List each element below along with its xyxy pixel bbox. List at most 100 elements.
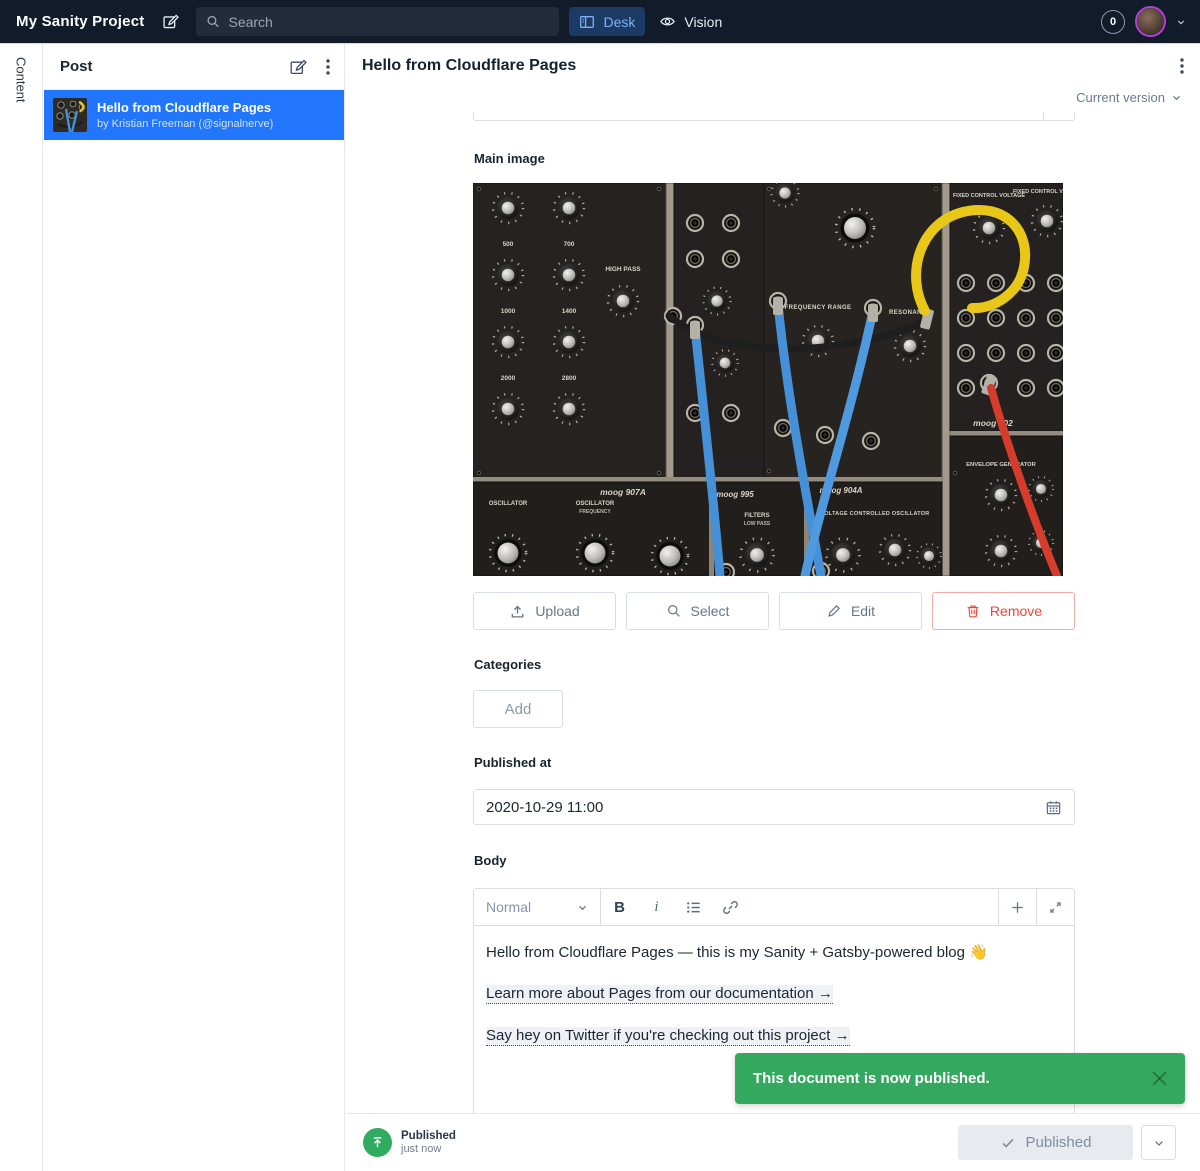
photo-label-oscillator-2: OSCILLATOR	[489, 501, 528, 507]
eye-icon	[659, 13, 676, 30]
list-item-subtitle: by Kristian Freeman (@signalnerve)	[97, 117, 273, 131]
chevron-down-icon	[1171, 92, 1182, 103]
photo-label-low-pass: LOW PASS	[744, 521, 771, 527]
calendar-icon	[1045, 799, 1062, 816]
style-select[interactable]: Normal	[474, 889, 601, 925]
photo-label-frequency-range: FREQUENCY RANGE	[785, 305, 852, 311]
document-list-pane: Post	[44, 44, 345, 1171]
photo-label-oscillator-frequency: FREQUENCY	[579, 509, 611, 515]
new-document-button[interactable]	[162, 13, 179, 30]
photo-label-1000: 1000	[501, 308, 516, 315]
expand-icon	[1048, 900, 1063, 915]
link-button[interactable]	[712, 889, 749, 925]
chevron-down-icon	[1153, 1137, 1165, 1149]
published-at-input[interactable]: 2020-10-29 11:00	[473, 789, 1075, 825]
status-badge[interactable]: 0	[1101, 10, 1125, 34]
document-menu-button[interactable]	[1180, 58, 1184, 74]
search-field[interactable]	[228, 14, 549, 30]
publish-status-time: just now	[401, 1143, 456, 1155]
add-category-button[interactable]: Add	[473, 690, 563, 728]
link-icon	[722, 899, 739, 916]
top-navbar: My Sanity Project Desk	[0, 0, 1200, 43]
pane-menu-button[interactable]	[326, 59, 330, 75]
photo-label-1400: 1400	[562, 308, 577, 315]
tab-vision-label: Vision	[684, 14, 722, 30]
kebab-icon	[326, 59, 330, 75]
edit-button[interactable]: Edit	[779, 592, 922, 630]
photo-label-700: 700	[564, 241, 575, 248]
pencil-icon	[826, 603, 842, 619]
fullscreen-button[interactable]	[1036, 889, 1074, 925]
publish-menu-button[interactable]	[1141, 1125, 1176, 1160]
publish-button[interactable]: Published	[958, 1125, 1133, 1160]
body-label: Body	[474, 853, 507, 868]
publish-button-label: Published	[1026, 1134, 1092, 1151]
photo-label-500: 500	[503, 241, 514, 248]
pane-title: Post	[60, 58, 93, 75]
photo-label-fixed-cv-2: FIXED CONTROL VOLTAGE	[1013, 189, 1063, 195]
photo-label-2000: 2000	[501, 375, 516, 382]
photo-label-envelope-generator: ENVELOPE GENERATOR	[966, 462, 1036, 468]
body-paragraph[interactable]: Hello from Cloudflare Pages — this is my…	[486, 943, 1062, 963]
calendar-button[interactable]	[1045, 799, 1062, 816]
categories-label: Categories	[474, 657, 541, 672]
body-link-documentation[interactable]: Learn more about Pages from our document…	[486, 985, 833, 1004]
chevron-down-icon[interactable]	[1176, 17, 1186, 27]
document-header: Hello from Cloudflare Pages	[346, 44, 1200, 88]
slug-field-partial[interactable]	[473, 112, 1075, 121]
tab-desk-label: Desk	[603, 14, 635, 30]
document-footer: Published just now Published	[346, 1113, 1200, 1171]
photo-label-filters: FILTERS	[744, 512, 769, 519]
check-icon	[1000, 1135, 1016, 1151]
bullet-list-button[interactable]	[675, 889, 712, 925]
main-area: Content Post	[0, 43, 1200, 1171]
italic-button[interactable]: i	[638, 889, 675, 925]
tab-vision[interactable]: Vision	[649, 7, 732, 36]
compose-icon	[289, 58, 307, 76]
bold-button[interactable]: B	[601, 889, 638, 925]
chevron-down-icon	[577, 902, 588, 913]
publish-status-title: Published	[401, 1130, 456, 1142]
upload-button-label: Upload	[535, 603, 579, 619]
tab-desk[interactable]: Desk	[569, 7, 645, 36]
insert-block-button[interactable]	[998, 889, 1036, 925]
photo-label-2800: 2800	[562, 375, 577, 382]
project-title[interactable]: My Sanity Project	[16, 13, 144, 30]
published-at-value: 2020-10-29 11:00	[486, 799, 603, 816]
avatar[interactable]	[1135, 6, 1166, 37]
avatar-image	[1137, 8, 1164, 35]
trash-icon	[965, 603, 981, 619]
list-item[interactable]: Hello from Cloudflare Pages by Kristian …	[44, 90, 344, 140]
bullet-list-icon	[685, 899, 702, 916]
body-link-twitter[interactable]: Say hey on Twitter if you're checking ou…	[486, 1027, 850, 1046]
body-toolbar: Normal B i	[474, 889, 1074, 926]
main-image-label: Main image	[474, 151, 545, 166]
create-new-document-button[interactable]	[289, 58, 307, 76]
document-list-header: Post	[44, 44, 344, 90]
sidebar-content-label[interactable]: Content	[14, 57, 29, 103]
photo-label-moog-902: moog 902	[973, 418, 1013, 428]
upload-button[interactable]: Upload	[473, 592, 616, 630]
remove-button[interactable]: Remove	[932, 592, 1075, 630]
search-icon	[206, 14, 220, 29]
photo-label-oscillator: OSCILLATOR	[576, 501, 615, 507]
main-image-photo[interactable]: 500 700 1000 1400 2000 2800 HIGH PASS	[473, 183, 1063, 576]
published-at-label: Published at	[474, 755, 551, 770]
sanity-studio: My Sanity Project Desk	[0, 0, 1200, 1171]
document-thumbnail	[53, 98, 87, 132]
select-button[interactable]: Select	[626, 592, 769, 630]
photo-label-moog-995: moog 995	[716, 490, 754, 499]
toast-message: This document is now published.	[753, 1070, 990, 1087]
compose-icon	[162, 13, 179, 30]
version-selector[interactable]: Current version	[1076, 90, 1182, 105]
editor-pane: Hello from Cloudflare Pages Current vers…	[346, 44, 1200, 1171]
image-actions: Upload Select Edit	[473, 592, 1075, 630]
photo-label-vco: VOLTAGE CONTROLLED OSCILLATOR	[821, 511, 930, 517]
close-icon[interactable]	[1152, 1071, 1167, 1086]
search-input[interactable]	[196, 7, 559, 36]
upload-icon	[509, 603, 526, 620]
remove-button-label: Remove	[990, 603, 1042, 619]
sidebar-content-strip: Content	[0, 44, 43, 1171]
photo-label-high-pass: HIGH PASS	[605, 266, 641, 273]
plus-icon	[1009, 899, 1026, 916]
